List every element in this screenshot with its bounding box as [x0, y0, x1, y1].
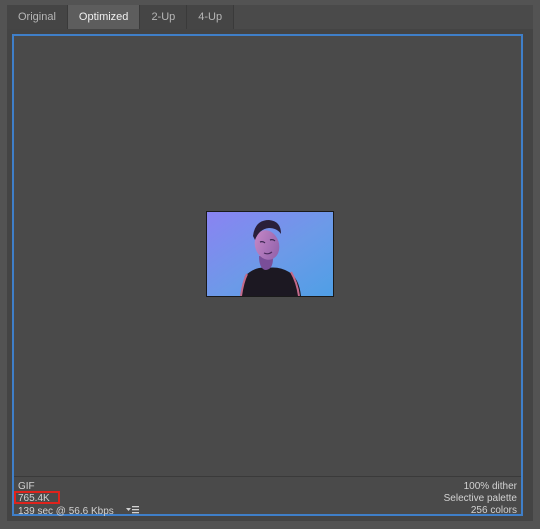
file-info: GIF 765.4K 139 sec @ 56.6 Kbps [14, 481, 139, 518]
optimization-info-bar: GIF 765.4K 139 sec @ 56.6 Kbps 100% dith… [14, 476, 521, 518]
dither-value: 100% dither [463, 481, 517, 492]
optimized-panel: GIF 765.4K 139 sec @ 56.6 Kbps 100% dith… [7, 29, 533, 521]
view-tabs: Original Optimized 2-Up 4-Up [7, 5, 533, 29]
save-for-web-dialog: Original Optimized 2-Up 4-Up GIF 765.4K … [0, 0, 540, 529]
palette-type: Selective palette [443, 493, 517, 504]
tab-2-up[interactable]: 2-Up [140, 5, 188, 29]
tab-bar-filler [234, 5, 533, 29]
tab-optimized[interactable]: Optimized [67, 5, 141, 29]
tab-4-up[interactable]: 4-Up [187, 5, 235, 29]
optimized-view-frame[interactable]: GIF 765.4K 139 sec @ 56.6 Kbps 100% dith… [12, 34, 523, 518]
portrait-image [207, 212, 333, 296]
download-speed-menu-icon[interactable] [125, 505, 139, 518]
download-time: 139 sec @ 56.6 Kbps [18, 506, 114, 518]
tab-original[interactable]: Original [7, 5, 68, 29]
color-count: 256 colors [470, 505, 517, 516]
highlight-box [14, 491, 60, 504]
image-preview [206, 211, 334, 297]
file-size-wrapper: 765.4K [14, 491, 60, 505]
palette-info: 100% dither Selective palette 256 colors [444, 481, 517, 517]
preview-canvas[interactable] [14, 36, 521, 477]
